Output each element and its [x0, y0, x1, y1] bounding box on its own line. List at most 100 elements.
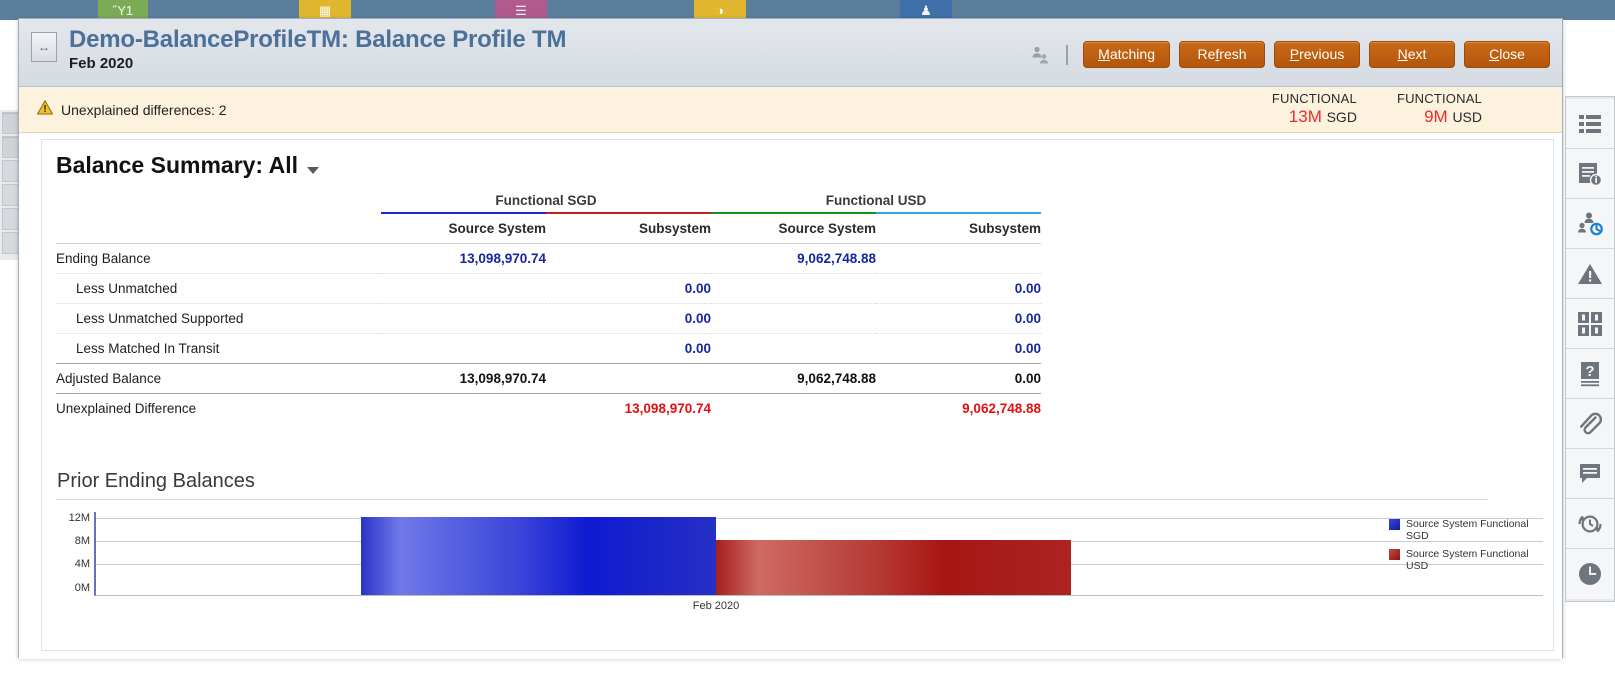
row-cell: 0.00 — [546, 304, 711, 334]
matching-button[interactable]: Matching — [1083, 41, 1170, 68]
table-body: Ending Balance 13,098,970.74 9,062,748.8… — [56, 244, 1041, 424]
rail-clock-icon[interactable] — [1566, 549, 1614, 599]
warning-left: Unexplained differences: 2 — [37, 100, 227, 120]
row-cell: 13,098,970.74 — [546, 394, 711, 424]
rail-quadrant-icon[interactable] — [1566, 299, 1614, 349]
kpi-value: 13M SGD — [1272, 107, 1357, 127]
row-cell — [711, 304, 876, 334]
close-button[interactable]: Close — [1464, 41, 1550, 68]
rail-attachment-icon[interactable] — [1566, 399, 1614, 449]
row-cell — [711, 334, 876, 364]
row-label: Ending Balance — [56, 244, 381, 274]
y-tick-label: 8M — [75, 535, 90, 547]
y-tick-label: 12M — [69, 512, 90, 524]
column-rule-cyan — [876, 212, 1041, 214]
y-tick-label: 0M — [75, 582, 90, 594]
chart-title: Prior Ending Balances — [56, 470, 1543, 493]
calendar-icon: ▦ — [299, 0, 351, 20]
kpi-functional-sgd: FUNCTIONAL 13M SGD — [1272, 92, 1357, 126]
rail-help-icon[interactable]: ? — [1566, 349, 1614, 399]
kpi-group: FUNCTIONAL 13M SGD FUNCTIONAL 9M USD — [1272, 92, 1544, 126]
kpi-label: FUNCTIONAL — [1272, 92, 1357, 107]
column-header-3[interactable]: Subsystem — [876, 215, 1041, 244]
background-tile — [547, 0, 694, 20]
window-content: Balance Summary: All Functional SGD Func… — [19, 133, 1562, 659]
table-row[interactable]: Adjusted Balance 13,098,970.74 9,062,748… — [56, 364, 1041, 394]
column-header-row: Source System Subsystem Source System Su… — [56, 215, 1041, 244]
legend-item-usd[interactable]: Source System FunctionalUSD — [1389, 548, 1541, 572]
kpi-functional-usd: FUNCTIONAL 9M USD — [1397, 92, 1482, 126]
legend-label-usd: Source System FunctionalUSD — [1406, 548, 1529, 572]
person-icon: ♟ — [900, 0, 952, 20]
balance-profile-window: ↔ Demo-BalanceProfileTM: Balance Profile… — [18, 18, 1563, 658]
document-icon: ☰ — [495, 0, 547, 20]
chart-legend: Source System FunctionalSGD Source Syste… — [1389, 518, 1541, 578]
chart-bar-usd[interactable] — [716, 540, 1071, 595]
people-assign-icon[interactable] — [1029, 44, 1051, 66]
table-row[interactable]: Less Matched In Transit 0.00 0.00 — [56, 334, 1041, 364]
legend-swatch-red-icon — [1389, 549, 1400, 560]
chart-title-rule — [56, 499, 1488, 500]
column-header-0[interactable]: Source System — [381, 215, 546, 244]
kpi-amount: 9M — [1424, 107, 1448, 126]
rail-people-sync-icon[interactable] — [1566, 199, 1614, 249]
legend-item-sgd[interactable]: Source System FunctionalSGD — [1389, 518, 1541, 542]
warning-text: Unexplained differences: 2 — [61, 102, 227, 118]
titlebar-actions: Matching Refresh Previous Next Close — [1029, 41, 1550, 68]
svg-text:?: ? — [1585, 363, 1594, 380]
chart-bar-sgd[interactable] — [361, 517, 716, 595]
rail-document-info-icon[interactable] — [1566, 149, 1614, 199]
balance-summary-table: Functional SGD Functional USD Source Sys… — [56, 193, 1041, 423]
page-subtitle: Feb 2020 — [69, 55, 1029, 72]
chart-canvas: Feb 2020 Source System FunctionalSGD Sou… — [94, 512, 1543, 596]
row-label: Less Unmatched Supported — [56, 304, 381, 334]
background-tile-glyph: ▦ — [319, 4, 331, 17]
group-header-functional-sgd: Functional SGD — [381, 193, 711, 210]
row-cell — [381, 394, 546, 424]
column-header-1[interactable]: Subsystem — [546, 215, 711, 244]
next-button[interactable]: Next — [1369, 41, 1455, 68]
y-tick-label: 4M — [75, 558, 90, 570]
chevron-down-icon[interactable] — [307, 167, 319, 174]
rail-warning-icon[interactable] — [1566, 249, 1614, 299]
group-spacer — [56, 193, 381, 210]
table-row[interactable]: Ending Balance 13,098,970.74 9,062,748.8… — [56, 244, 1041, 274]
column-header-2[interactable]: Source System — [711, 215, 876, 244]
table-row[interactable]: Unexplained Difference 13,098,970.74 9,0… — [56, 394, 1041, 424]
background-tile-glyph: Ὕ1 — [113, 4, 133, 17]
row-cell: 9,062,748.88 — [876, 394, 1041, 424]
summary-title: Balance Summary: All — [56, 152, 298, 179]
row-cell — [711, 394, 876, 424]
background-tile — [148, 0, 299, 20]
row-cell: 9,062,748.88 — [711, 364, 876, 394]
background-tile — [0, 0, 98, 20]
group-header-row: Functional SGD Functional USD — [56, 193, 1041, 210]
row-cell: 9,062,748.88 — [711, 244, 876, 274]
table-row[interactable]: Less Unmatched 0.00 0.00 — [56, 274, 1041, 304]
trash-icon: Ὕ1 — [98, 0, 148, 20]
refresh-button[interactable]: Refresh — [1179, 41, 1265, 68]
column-header-spacer — [56, 215, 381, 244]
row-label: Less Matched In Transit — [56, 334, 381, 364]
row-cell: 0.00 — [876, 304, 1041, 334]
row-cell — [546, 364, 711, 394]
column-rule-green — [711, 212, 876, 214]
row-cell — [546, 244, 711, 274]
group-header-functional-usd: Functional USD — [711, 193, 1041, 210]
previous-button[interactable]: Previous — [1274, 41, 1360, 68]
rail-comment-icon[interactable] — [1566, 449, 1614, 499]
row-cell: 13,098,970.74 — [381, 364, 546, 394]
rail-history-icon[interactable] — [1566, 499, 1614, 549]
rail-list-icon[interactable] — [1566, 99, 1614, 149]
row-cell — [711, 274, 876, 304]
table-head: Functional SGD Functional USD Source Sys… — [56, 193, 1041, 244]
kpi-label: FUNCTIONAL — [1397, 92, 1482, 107]
chart-plot-area: 12M 8M 4M 0M Feb 2020 — [56, 512, 1543, 604]
kpi-currency: SGD — [1327, 109, 1357, 125]
table-row[interactable]: Less Unmatched Supported 0.00 0.00 — [56, 304, 1041, 334]
row-cell: 0.00 — [876, 364, 1041, 394]
collapse-panel-icon[interactable]: ↔ — [31, 32, 57, 62]
background-tile-glyph: ☰ — [515, 4, 527, 17]
background-tile-glyph: ◑ — [716, 4, 724, 17]
background-tile — [952, 0, 1615, 20]
